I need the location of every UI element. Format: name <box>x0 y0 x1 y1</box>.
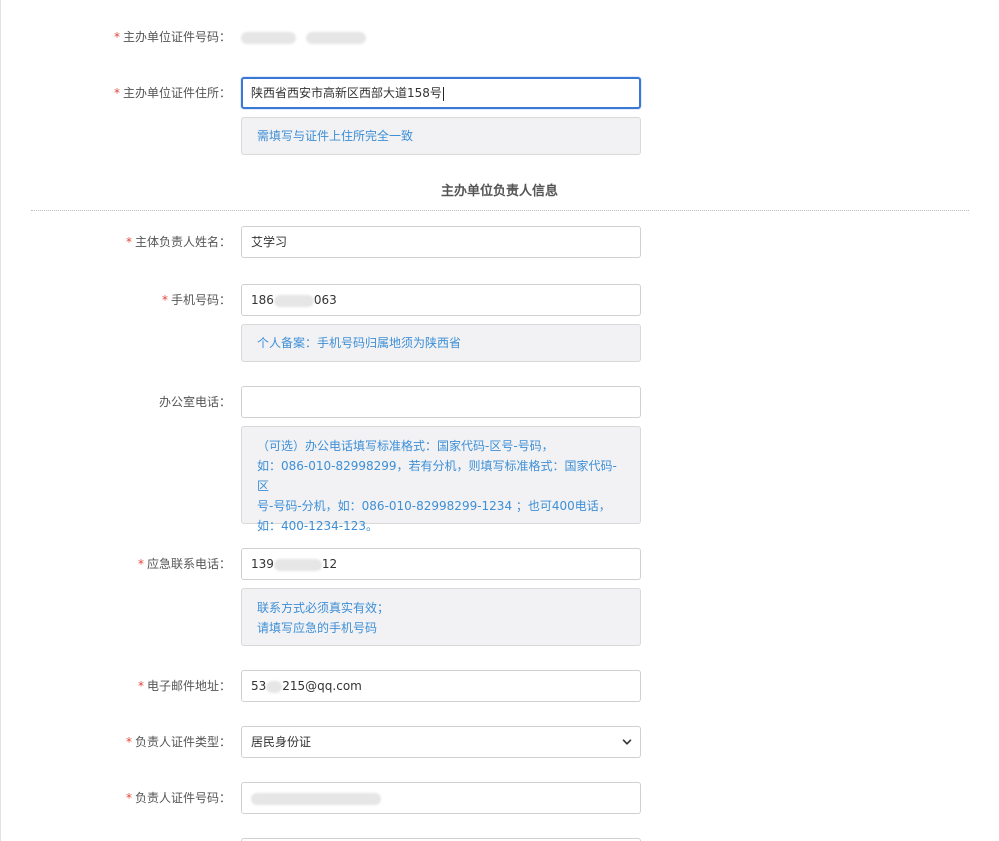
emergency-phone-label: * 应急联系电话： <box>137 557 231 571</box>
chevron-down-icon <box>622 739 632 745</box>
redacted-text <box>241 31 296 44</box>
office-phone-hint: （可选）办公电话填写标准格式：国家代码-区号-号码， 如：086-010-829… <box>241 426 641 533</box>
id-type-select[interactable]: 居民身份证 <box>241 726 641 758</box>
redacted-text <box>273 558 322 571</box>
id-number-input[interactable] <box>241 782 641 814</box>
section-title: 主办单位负责人信息 <box>440 184 558 199</box>
office-phone-label: 办公室电话： <box>158 395 231 409</box>
redacted-text <box>305 31 366 44</box>
org-id-number-value <box>241 29 366 45</box>
person-name-input[interactable]: 艾学习 <box>241 226 641 258</box>
person-name-label: * 主体负责人姓名： <box>125 235 231 249</box>
org-address-input[interactable]: 陕西省西安市高新区西部大道158号 <box>241 77 641 109</box>
email-input[interactable]: 53 215@qq.com <box>241 670 641 702</box>
id-number-label: * 负责人证件号码： <box>125 791 231 805</box>
org-address-hint: 需填写与证件上住所完全一致 <box>241 117 641 155</box>
emergency-phone-hint: 联系方式必须真实有效； 请填写应急的手机号码 <box>241 588 641 646</box>
section-divider <box>31 210 969 211</box>
emergency-phone-input[interactable]: 139 12 <box>241 548 641 580</box>
org-address-label: * 主办单位证件住所： <box>113 86 231 100</box>
email-label: * 电子邮件地址： <box>137 679 231 693</box>
redacted-text <box>251 792 381 805</box>
org-id-number-label: * 主办单位证件号码： <box>113 30 231 44</box>
mobile-input[interactable]: 186 063 <box>241 284 641 316</box>
redacted-text <box>266 680 283 693</box>
office-phone-input[interactable] <box>241 386 641 418</box>
text-caret <box>442 86 444 101</box>
mobile-label: * 手机号码： <box>161 293 231 307</box>
id-type-label: * 负责人证件类型： <box>125 735 231 749</box>
mobile-hint: 个人备案：手机号码归属地须为陕西省 <box>241 324 641 362</box>
redacted-text <box>273 294 314 307</box>
page-left-border <box>0 0 1 841</box>
